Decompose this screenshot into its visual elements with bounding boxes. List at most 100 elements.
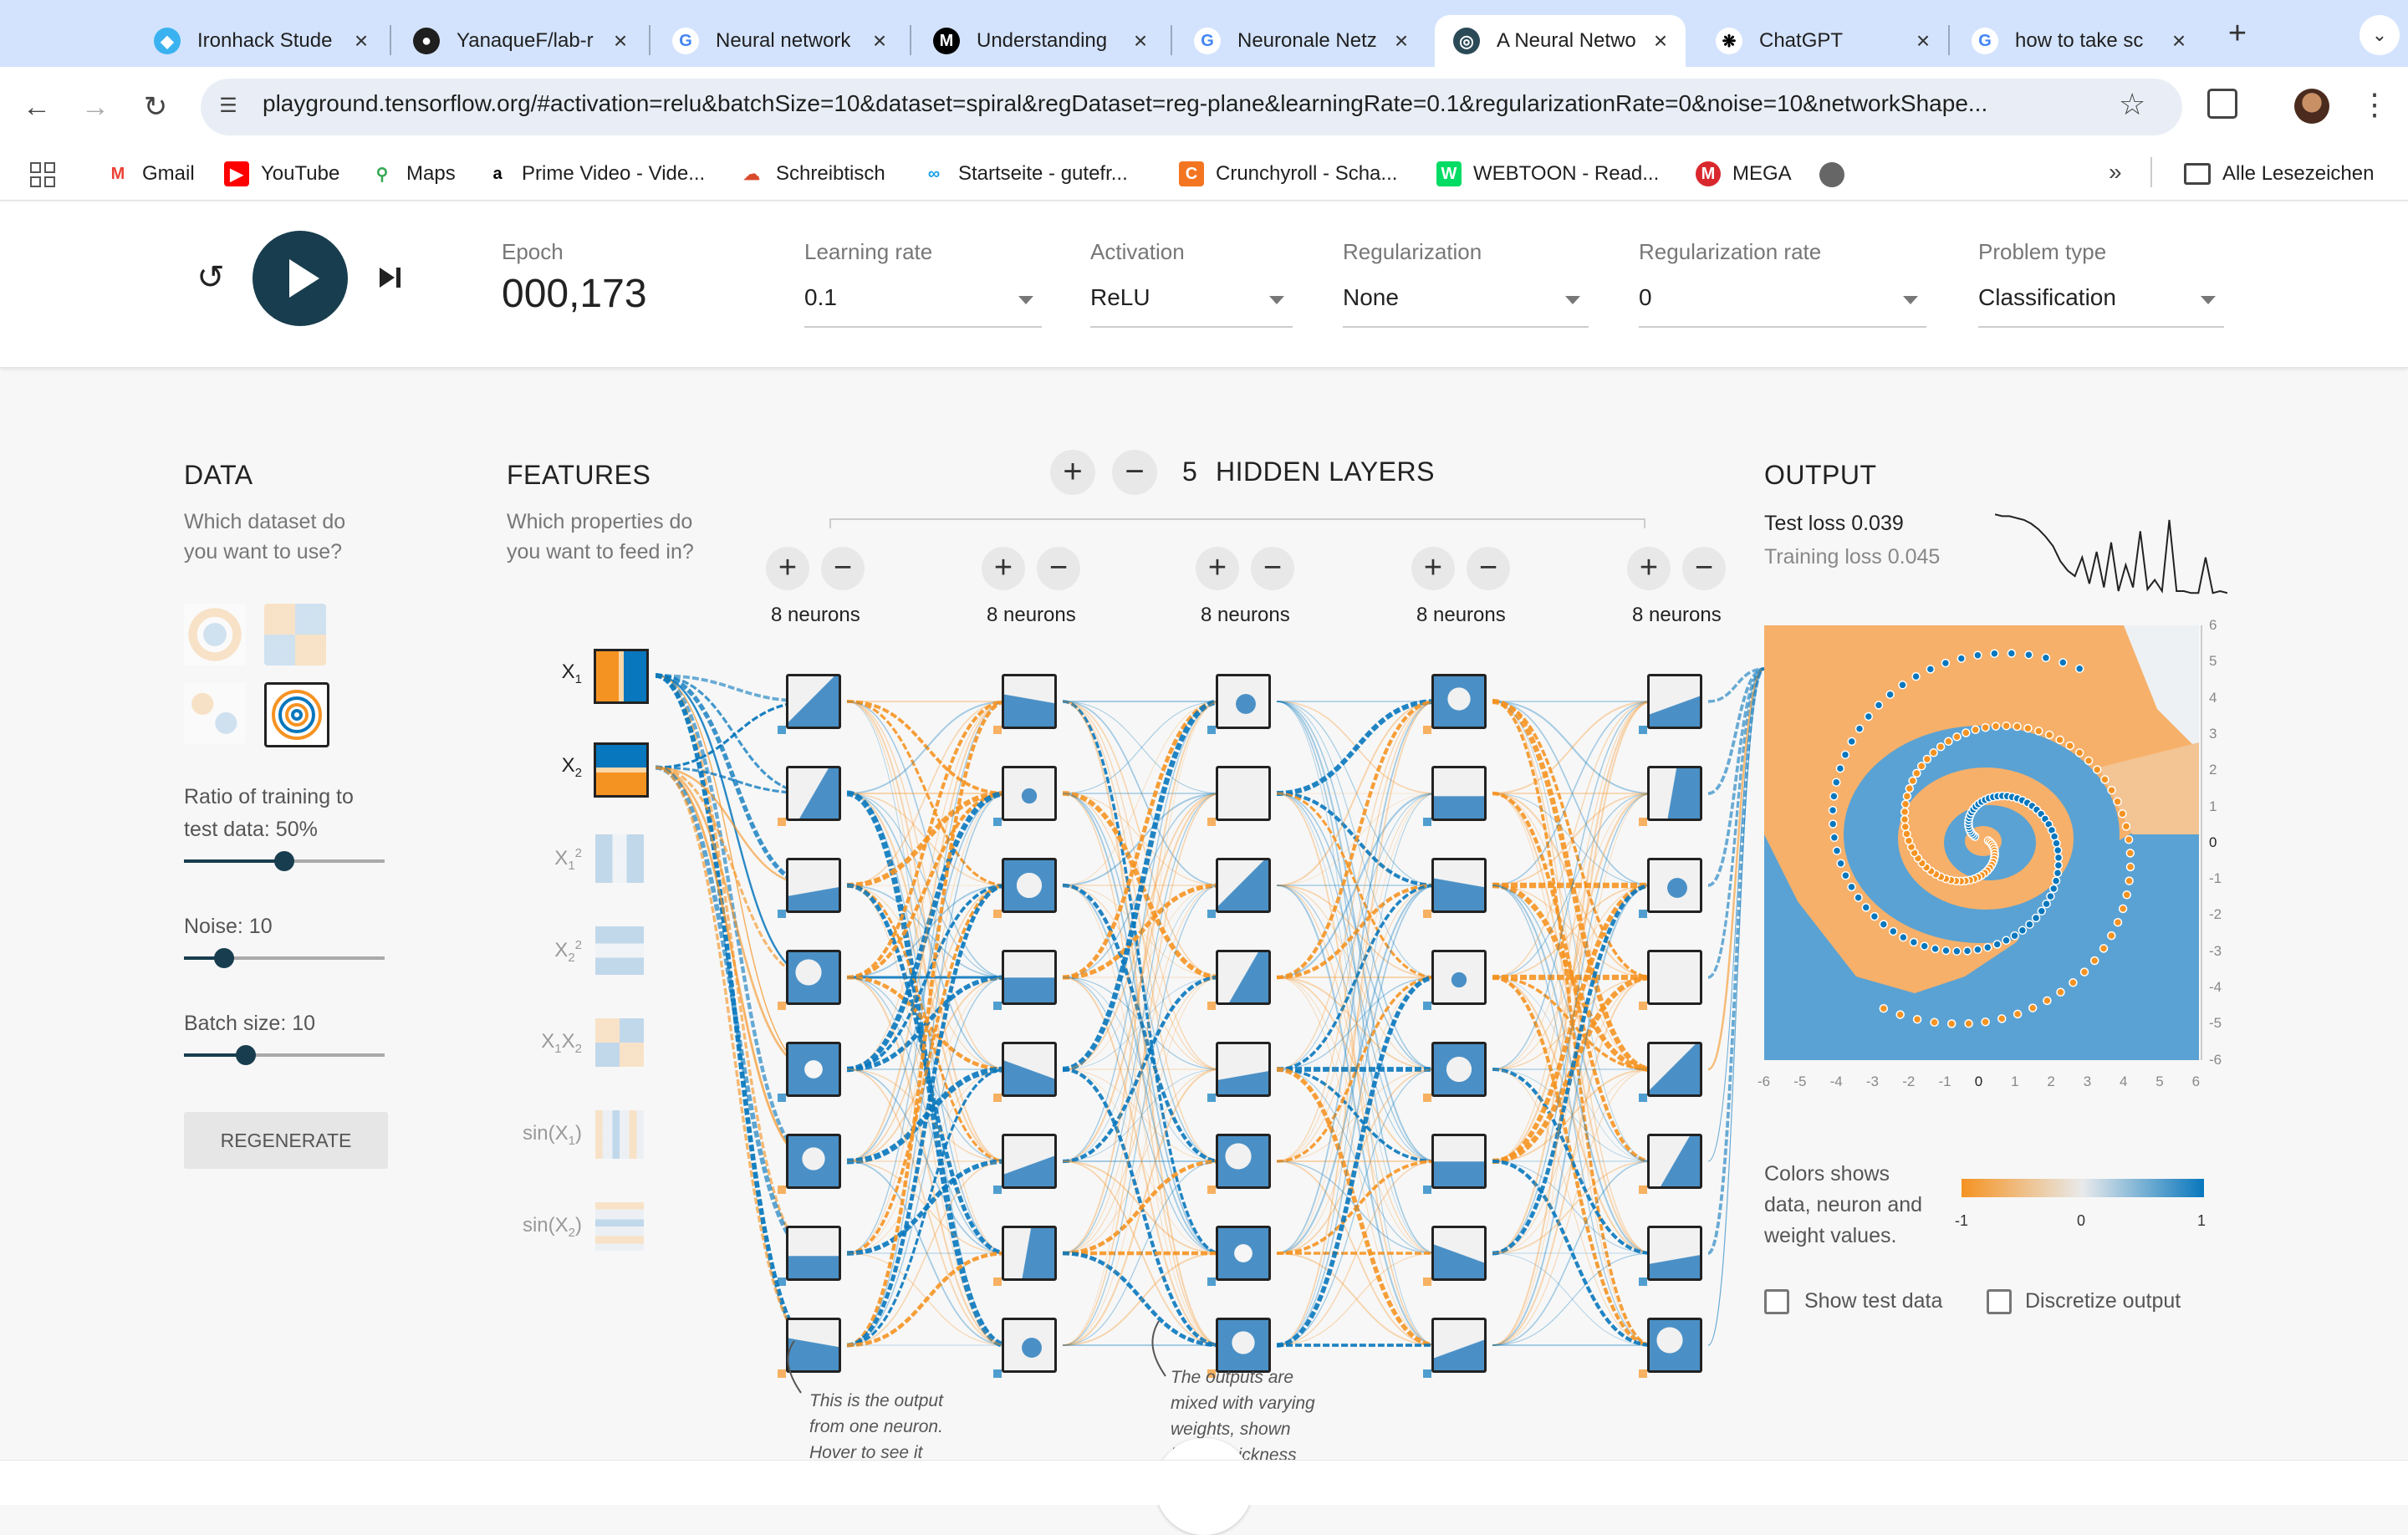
y-tick-label: -3 [2209,942,2222,959]
y-tick-label: -1 [2209,870,2222,887]
page-footer-strip [0,1460,2408,1505]
data-point [1981,1017,1990,1027]
discretize-output-checkbox[interactable] [1987,1289,2012,1314]
data-point [1898,681,1907,690]
data-point [1829,833,1839,843]
data-point [1895,1010,1905,1019]
data-point [2018,926,2028,936]
data-point [2089,956,2099,966]
data-point [1899,932,1908,942]
legend-line: weight values. [1764,1224,1897,1247]
x-tick-label: -1 [1938,1073,1951,1089]
data-point [2092,765,2102,774]
data-point [2043,996,2052,1006]
data-point [2113,917,2123,927]
data-point [2007,649,2017,658]
data-point [2084,756,2094,766]
data-point [2121,822,2131,831]
y-axis-line [2201,625,2202,1060]
data-point [1902,792,1912,801]
data-point [2053,853,2064,863]
data-point [1885,690,1895,699]
data-point [1900,814,1910,824]
data-point [1847,882,1856,892]
test-loss: Test loss 0.039 [1764,512,1904,535]
x-tick-label: 0 [1974,1073,1983,1089]
y-tick-label: -5 [2209,1015,2222,1032]
data-point [2055,735,2064,745]
legend-tick-zero: 0 [2077,1212,2086,1229]
color-legend-text: Colors shows data, neuron and weight value… [1764,1159,1922,1252]
legend-tick-neg: -1 [1955,1212,1969,1229]
x-tick-label: 2 [2047,1073,2055,1089]
legend-tick-pos: 1 [2197,1212,2206,1229]
data-point [1956,654,1967,663]
data-point [2074,748,2084,757]
data-point [1861,903,1871,912]
x-tick-label: 4 [2120,1073,2128,1089]
data-point [2044,730,2054,740]
data-point [1905,783,1915,793]
data-point [2053,845,2063,855]
annotation-line: The outputs are [1171,1368,1294,1387]
data-point [1854,893,1863,902]
data-point [2024,650,2033,660]
data-point [2053,868,2063,878]
data-point [1922,754,1932,764]
data-point [1874,701,1884,710]
color-legend-bar [1962,1179,2204,1197]
data-point [1926,665,1936,674]
data-point [1829,792,1839,801]
data-point [1964,1019,1973,1028]
discretize-output-label[interactable]: Discretize output [2025,1289,2181,1313]
legend-line: data, neuron and [1764,1193,1923,1216]
data-point [1835,763,1845,773]
data-point [1990,649,1999,658]
y-tick-label: -2 [2209,906,2222,923]
data-point [1997,1014,2007,1023]
x-tick-label: -6 [1758,1073,1771,1089]
data-point [1879,1003,1889,1013]
data-point [1828,819,1838,829]
data-point [2041,653,2051,663]
show-test-data-checkbox[interactable] [1764,1289,1789,1314]
data-point [1952,732,1962,742]
legend-line: Colors shows [1764,1162,1890,1186]
data-point [1908,776,1917,786]
data-point [1941,946,1951,956]
data-point [1916,762,1926,771]
data-point [1854,724,1865,733]
show-test-data-label[interactable]: Show test data [1804,1289,1942,1313]
data-point [1870,911,1880,921]
data-point [1828,805,1838,815]
data-point [1841,870,1850,880]
y-tick-label: 3 [2209,725,2217,742]
loss-chart [1995,513,2227,594]
data-point [2002,721,2011,731]
output-title: OUTPUT [1764,460,1877,490]
data-point [2069,978,2078,987]
data-point [2107,785,2116,795]
y-tick-label: -6 [2209,1051,2222,1068]
data-point [1930,1017,1939,1028]
decision-boundary [1764,625,2199,1060]
data-point [1931,944,1940,954]
x-tick-label: -2 [1902,1073,1916,1089]
data-point [2065,741,2074,751]
data-point [2013,722,2022,732]
annotation-line: from one neuron. [809,1417,943,1436]
x-tick-label: 6 [2191,1073,2201,1089]
data-point [2107,931,2116,941]
data-point [1973,650,1982,660]
data-point [2118,904,2128,914]
data-point [2099,944,2109,953]
annotation-line: mixed with varying [1171,1394,1315,1413]
y-tick-label: 0 [2209,834,2217,850]
training-loss: Training loss 0.045 [1764,545,1941,569]
data-point [1900,822,1911,832]
data-point [2010,931,2019,941]
data-point [1936,742,1946,752]
data-point [1900,799,1911,809]
y-tick-label: 4 [2209,689,2217,706]
data-point [2013,1009,2023,1019]
